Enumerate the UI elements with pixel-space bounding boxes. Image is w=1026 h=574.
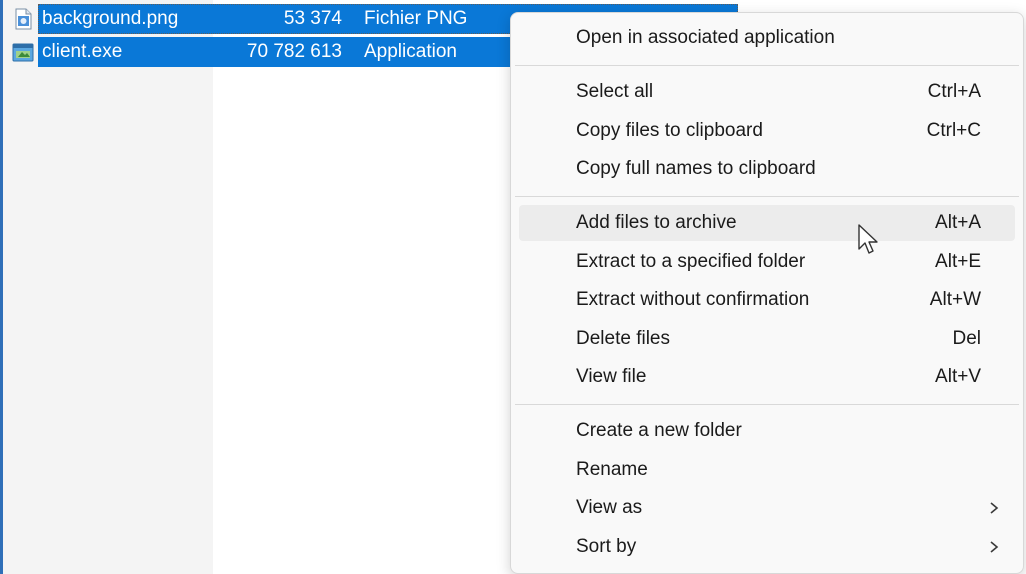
menu-item-label: Extract to a specified folder bbox=[576, 251, 806, 272]
menu-item-extract-without-confirmation[interactable]: Extract without confirmation Alt+W bbox=[519, 282, 1015, 318]
menu-item-label: Delete files bbox=[576, 328, 670, 349]
menu-item-rename[interactable]: Rename bbox=[519, 452, 1015, 488]
menu-item-copy-files[interactable]: Copy files to clipboard Ctrl+C bbox=[519, 113, 1015, 149]
chevron-right-icon bbox=[990, 541, 999, 553]
menu-item-label: Create a new folder bbox=[576, 420, 742, 441]
menu-item-label: Copy files to clipboard bbox=[576, 120, 763, 141]
png-image-icon bbox=[15, 8, 32, 30]
menu-item-add-to-archive[interactable]: Add files to archive Alt+A bbox=[519, 205, 1015, 241]
menu-item-shortcut: Alt+A bbox=[935, 212, 981, 233]
menu-item-open[interactable]: Open in associated application bbox=[519, 20, 1015, 56]
file-type: Fichier PNG bbox=[364, 8, 468, 29]
menu-separator bbox=[515, 404, 1019, 405]
menu-item-copy-names[interactable]: Copy full names to clipboard bbox=[519, 151, 1015, 187]
file-name: client.exe bbox=[42, 41, 123, 62]
chevron-right-icon bbox=[990, 502, 999, 514]
file-name: background.png bbox=[42, 8, 179, 29]
menu-item-shortcut: Ctrl+A bbox=[927, 81, 981, 102]
menu-item-label: Extract without confirmation bbox=[576, 289, 810, 310]
menu-item-view-as[interactable]: View as bbox=[519, 490, 1015, 526]
menu-item-shortcut: Del bbox=[952, 328, 981, 349]
menu-item-label: View as bbox=[576, 497, 643, 518]
mouse-cursor-icon bbox=[858, 224, 878, 254]
menu-item-label: Add files to archive bbox=[576, 212, 737, 233]
file-type: Application bbox=[364, 41, 457, 62]
menu-item-sort-by[interactable]: Sort by bbox=[519, 529, 1015, 565]
menu-item-select-all[interactable]: Select all Ctrl+A bbox=[519, 74, 1015, 110]
file-manager-window: background.png 53 374 Fichier PNG client… bbox=[0, 0, 1026, 574]
menu-item-shortcut: Alt+V bbox=[935, 366, 981, 387]
context-menu: Open in associated application Select al… bbox=[510, 12, 1024, 574]
menu-separator bbox=[515, 65, 1019, 66]
menu-item-label: View file bbox=[576, 366, 647, 387]
menu-item-create-folder[interactable]: Create a new folder bbox=[519, 413, 1015, 449]
menu-item-label: Rename bbox=[576, 459, 648, 480]
menu-item-label: Copy full names to clipboard bbox=[576, 158, 816, 179]
menu-separator bbox=[515, 196, 1019, 197]
folder-tree-panel bbox=[3, 0, 213, 574]
file-size: 70 782 613 bbox=[246, 41, 342, 62]
menu-item-shortcut: Ctrl+C bbox=[926, 120, 981, 141]
menu-item-delete-files[interactable]: Delete files Del bbox=[519, 321, 1015, 357]
menu-item-label: Open in associated application bbox=[576, 27, 835, 48]
menu-item-label: Select all bbox=[576, 81, 654, 102]
menu-item-extract-to-folder[interactable]: Extract to a specified folder Alt+E bbox=[519, 244, 1015, 280]
menu-item-shortcut: Alt+W bbox=[929, 289, 981, 310]
menu-item-view-file[interactable]: View file Alt+V bbox=[519, 359, 1015, 395]
menu-item-shortcut: Alt+E bbox=[935, 251, 981, 272]
file-size: 53 374 bbox=[283, 8, 342, 29]
application-icon bbox=[12, 43, 34, 62]
menu-item-label: Sort by bbox=[576, 536, 637, 557]
